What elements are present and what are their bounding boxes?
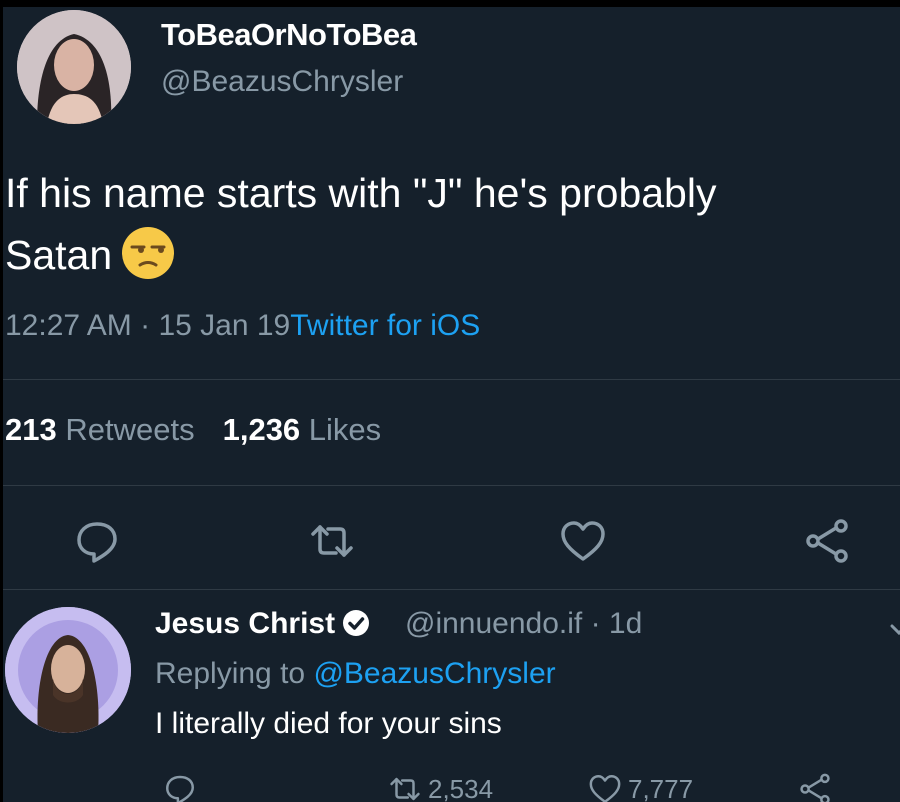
- tweet-date: 15 Jan 19: [158, 309, 291, 342]
- chevron-down-icon[interactable]: [888, 619, 900, 641]
- divider: [3, 379, 900, 380]
- tweet-text: If his name starts with "J" he's probabl…: [5, 162, 900, 286]
- reply-handle-time[interactable]: @innuendo.if · 1d: [405, 607, 642, 641]
- tweet-source-link[interactable]: Twitter for iOS: [290, 309, 480, 342]
- meta-separator: ·: [140, 309, 151, 342]
- tweet-text-line1: If his name starts with "J" he's probabl…: [5, 170, 717, 216]
- reply-likes-count: 7,777: [628, 773, 694, 802]
- tweet-meta: 12:27 AM · 15 Jan 19Twitter for iOS: [5, 309, 480, 343]
- display-name[interactable]: ToBeaOrNoToBea: [161, 17, 417, 53]
- likes-label[interactable]: Likes: [309, 412, 381, 447]
- like-icon[interactable]: [559, 517, 607, 565]
- avatar[interactable]: [5, 607, 131, 733]
- retweet-icon[interactable]: [308, 517, 356, 565]
- tweet-text-line2: Satan: [5, 224, 900, 286]
- retweet-icon: [390, 777, 420, 801]
- tweet-screenshot: ToBeaOrNoToBea @BeazusChrysler If his na…: [0, 0, 900, 802]
- reply-icon[interactable]: [73, 517, 121, 565]
- reply-display-name[interactable]: Jesus Christ: [155, 607, 371, 641]
- replying-to-mention[interactable]: @BeazusChrysler: [313, 657, 555, 690]
- replying-to: Replying to @BeazusChrysler: [155, 657, 556, 691]
- retweets-label[interactable]: Retweets: [65, 412, 194, 447]
- reply-like-action[interactable]: 7,777: [588, 769, 693, 802]
- share-icon[interactable]: [803, 517, 851, 565]
- divider: [3, 589, 900, 590]
- tweet-stats: 213 Retweets 1,236 Likes: [5, 412, 381, 448]
- tweet-time: 12:27 AM: [5, 309, 132, 342]
- user-handle[interactable]: @BeazusChrysler: [161, 65, 403, 99]
- like-icon: [589, 775, 621, 802]
- likes-count[interactable]: 1,236: [223, 412, 301, 447]
- verified-badge-icon: [341, 608, 371, 638]
- reply-display-name-text[interactable]: Jesus Christ: [155, 607, 335, 640]
- divider: [3, 485, 900, 486]
- avatar[interactable]: [17, 10, 131, 124]
- reply-text: I literally died for your sins: [155, 707, 502, 740]
- reply-reply-icon[interactable]: [163, 769, 203, 802]
- reply-retweets-count: 2,534: [428, 773, 494, 802]
- reply-retweet-action[interactable]: 2,534: [388, 769, 493, 802]
- unamused-face-emoji-icon: [120, 225, 176, 281]
- replying-to-prefix: Replying to: [155, 657, 306, 690]
- reply-share-icon[interactable]: [798, 769, 838, 802]
- tweet-text-line2-text: Satan: [5, 232, 113, 278]
- retweets-count[interactable]: 213: [5, 412, 57, 447]
